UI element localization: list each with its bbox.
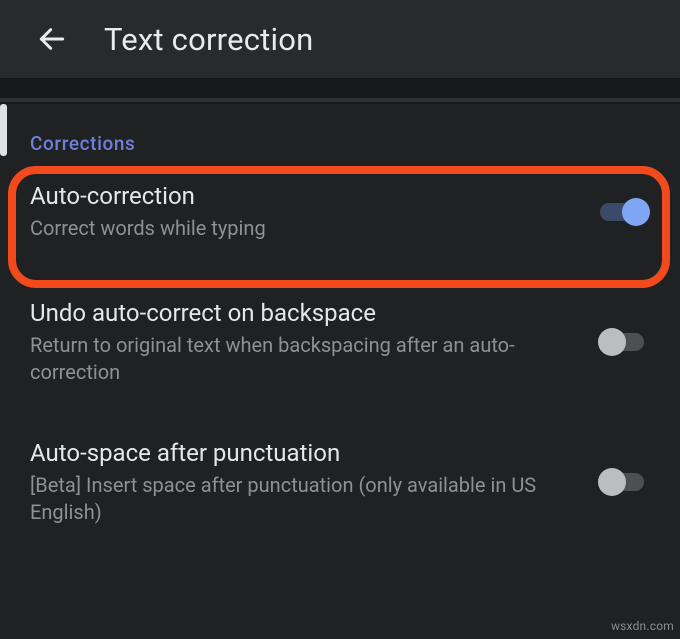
setting-title: Auto-space after punctuation (30, 438, 580, 468)
setting-subtitle: Correct words while typing (30, 215, 580, 242)
setting-text: Undo auto-correct on backspace Return to… (30, 298, 600, 386)
divider (0, 98, 680, 102)
setting-subtitle: Return to original text when backspacing… (30, 332, 580, 386)
toggle-thumb (598, 468, 626, 496)
toggle-thumb (598, 328, 626, 356)
watermark: wsxdn.com (611, 619, 674, 633)
back-arrow-icon (36, 23, 68, 55)
setting-title: Undo auto-correct on backspace (30, 298, 580, 328)
setting-text: Auto-correction Correct words while typi… (30, 181, 600, 242)
setting-subtitle: [Beta] Insert space after punctuation (o… (30, 472, 580, 526)
page-title: Text correction (104, 21, 313, 58)
setting-title: Auto-correction (30, 181, 580, 211)
app-bar: Text correction (0, 0, 680, 78)
back-button[interactable] (30, 17, 74, 61)
setting-text: Auto-space after punctuation [Beta] Inse… (30, 438, 600, 526)
setting-undo-auto-correct[interactable]: Undo auto-correct on backspace Return to… (0, 268, 680, 408)
scroll-indicator[interactable] (0, 104, 7, 156)
setting-auto-correction[interactable]: Auto-correction Correct words while typi… (0, 155, 680, 268)
toggle-undo-auto-correct[interactable] (600, 327, 652, 357)
toggle-thumb (622, 198, 650, 226)
section-label-corrections: Corrections (0, 104, 680, 155)
setting-auto-space[interactable]: Auto-space after punctuation [Beta] Inse… (0, 408, 680, 548)
toggle-auto-space[interactable] (600, 467, 652, 497)
settings-content: Corrections Auto-correction Correct word… (0, 104, 680, 639)
toggle-auto-correction[interactable] (600, 197, 652, 227)
